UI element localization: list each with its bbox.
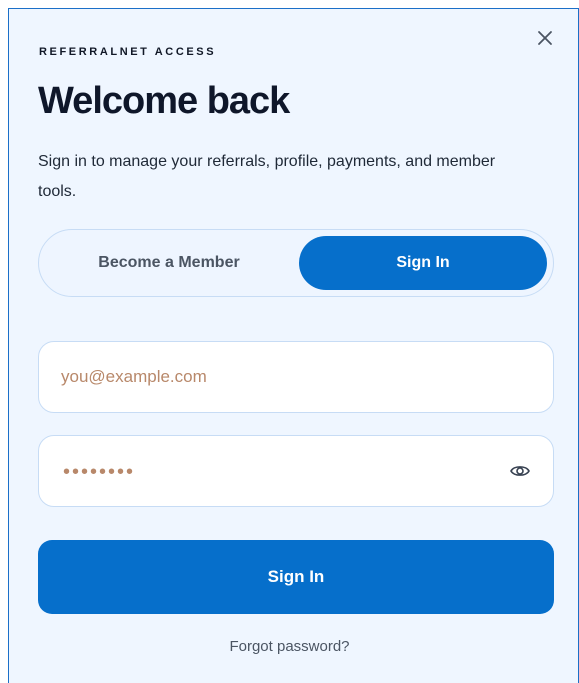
email-input[interactable] [61,342,501,412]
eye-icon[interactable] [509,462,531,480]
close-icon[interactable] [535,28,555,48]
tab-become-member[interactable]: Become a Member [45,236,293,290]
sign-in-button[interactable]: Sign In [38,540,554,614]
page-title: Welcome back [38,80,290,122]
password-input[interactable]: •••••••• [63,462,135,482]
auth-mode-toggle: Become a Member Sign In [38,229,554,297]
email-field-wrapper [38,341,554,413]
tab-sign-in[interactable]: Sign In [299,236,547,290]
page-subtitle: Sign in to manage your referrals, profil… [38,153,496,200]
forgot-password-link[interactable]: Forgot password? [0,638,579,655]
password-field-wrapper: •••••••• [38,435,554,507]
brand-eyebrow: REFERRALNET ACCESS [39,46,217,58]
